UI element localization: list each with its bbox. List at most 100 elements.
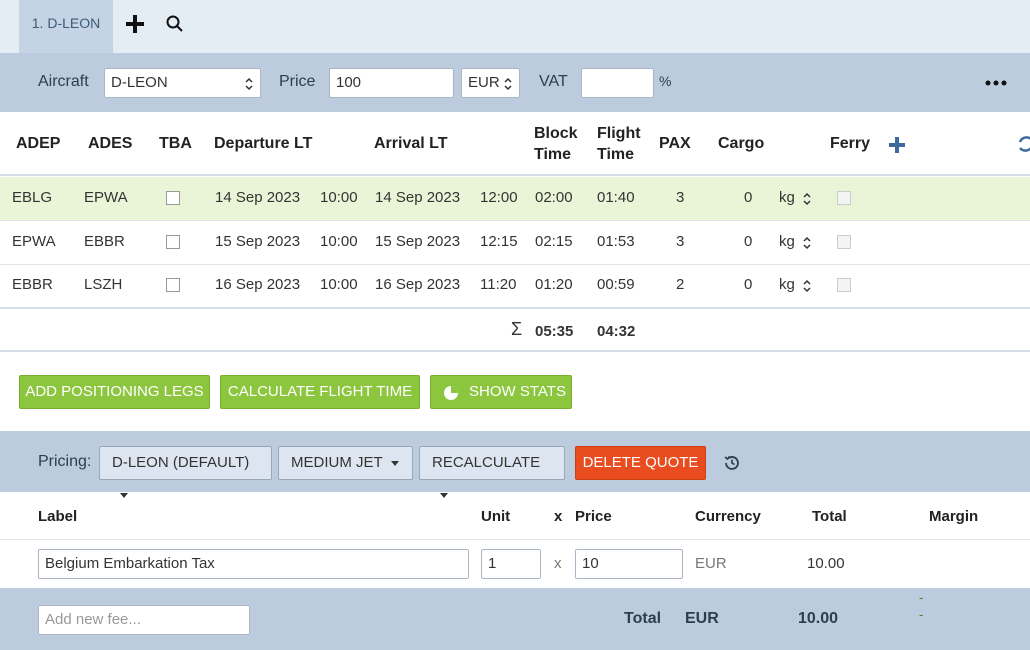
col-fee-x: x bbox=[554, 508, 563, 525]
leg-departure-date[interactable]: 16 Sep 2023 bbox=[215, 264, 300, 306]
leg-departure-date[interactable]: 15 Sep 2023 bbox=[215, 221, 300, 263]
leg-pax[interactable]: 3 bbox=[676, 177, 684, 219]
price-input[interactable]: 100 bbox=[329, 68, 454, 98]
footer-total-label: Total bbox=[624, 610, 662, 627]
leg-arrival-time[interactable]: 12:00 bbox=[480, 177, 518, 219]
col-fee-margin: Margin bbox=[929, 508, 979, 525]
fee-price-input[interactable]: 10 bbox=[575, 549, 683, 579]
col-ades: ADES bbox=[88, 135, 133, 152]
pie-chart-icon bbox=[444, 386, 458, 400]
history-icon[interactable] bbox=[722, 453, 742, 473]
legs-table-header: ADEP ADES TBA Departure LT Arrival LT Bl… bbox=[0, 112, 1030, 176]
leg-cargo[interactable]: 0 bbox=[744, 221, 752, 263]
col-ferry: Ferry bbox=[830, 135, 871, 152]
tab-quote-1[interactable]: 1. D-LEON bbox=[19, 0, 113, 53]
leg-pax[interactable]: 3 bbox=[676, 221, 684, 263]
unit-updown-icon[interactable] bbox=[802, 278, 812, 294]
refresh-icon[interactable] bbox=[1016, 133, 1030, 155]
leg-arrival-date[interactable]: 15 Sep 2023 bbox=[375, 221, 460, 263]
vat-label: VAT bbox=[539, 73, 568, 90]
col-fee-currency: Currency bbox=[695, 508, 761, 525]
leg-arrival-time[interactable]: 11:20 bbox=[480, 264, 516, 306]
leg-cargo-unit[interactable]: kg bbox=[779, 264, 795, 306]
leg-adep: EBLG bbox=[12, 189, 53, 206]
sum-icon: Σ bbox=[511, 319, 523, 339]
currency-select[interactable]: EUR bbox=[461, 68, 520, 98]
fee-unit-input[interactable]: 1 bbox=[481, 549, 541, 579]
more-options-icon[interactable] bbox=[984, 79, 1008, 87]
delete-quote-button[interactable]: DELETE QUOTE bbox=[575, 446, 706, 480]
leg-ades: LSZH bbox=[84, 276, 123, 293]
leg-flight-time: 01:53 bbox=[597, 233, 635, 250]
leg-row[interactable]: EBLG EPWA 14 Sep 2023 10:00 14 Sep 2023 … bbox=[0, 177, 1030, 221]
pricing-profile-value: D-LEON (DEFAULT) bbox=[112, 454, 250, 471]
col-pax: PAX bbox=[659, 135, 691, 152]
show-stats-label: SHOW STATS bbox=[469, 383, 566, 400]
fees-table-header: Label Unit x Price Currency Total Margin bbox=[0, 492, 1030, 540]
price-input-value: 100 bbox=[336, 74, 362, 91]
leg-arrival-date[interactable]: 16 Sep 2023 bbox=[375, 264, 460, 306]
leg-pax[interactable]: 2 bbox=[676, 264, 684, 306]
recalculate-dropdown[interactable]: RECALCULATE bbox=[419, 446, 565, 498]
add-positioning-legs-button[interactable]: ADD POSITIONING LEGS bbox=[19, 375, 210, 409]
aircraft-select[interactable]: D-LEON bbox=[104, 68, 261, 98]
unit-updown-icon[interactable] bbox=[802, 191, 812, 207]
leg-cargo-unit[interactable]: kg bbox=[779, 177, 795, 219]
leg-cargo-unit[interactable]: kg bbox=[779, 221, 795, 263]
leg-ferry-checkbox[interactable] bbox=[837, 235, 851, 249]
add-leg-icon[interactable] bbox=[886, 134, 908, 156]
aircraft-category-value: MEDIUM JET bbox=[291, 454, 383, 471]
leg-departure-time[interactable]: 10:00 bbox=[320, 221, 358, 263]
pricing-profile-dropdown[interactable]: D-LEON (DEFAULT) bbox=[99, 446, 272, 498]
footer-total-value: 10.00 bbox=[798, 610, 839, 627]
leg-adep: EBBR bbox=[12, 276, 53, 293]
pricing-label: Pricing: bbox=[38, 453, 92, 470]
leg-arrival-date[interactable]: 14 Sep 2023 bbox=[375, 177, 460, 219]
aircraft-category-dropdown[interactable]: MEDIUM JET bbox=[278, 446, 413, 480]
col-cargo: Cargo bbox=[718, 135, 765, 152]
leg-cargo[interactable]: 0 bbox=[744, 264, 752, 306]
aircraft-select-value: D-LEON bbox=[111, 74, 168, 91]
add-tab-icon[interactable] bbox=[122, 10, 148, 38]
search-icon[interactable] bbox=[164, 13, 186, 35]
add-new-fee-input[interactable]: Add new fee... bbox=[38, 605, 250, 635]
fee-row: Belgium Embarkation Tax 1 x 10 EUR 10.00 bbox=[0, 540, 1030, 588]
leg-row[interactable]: EPWA EBBR 15 Sep 2023 10:00 15 Sep 2023 … bbox=[0, 221, 1030, 265]
fee-label-input[interactable]: Belgium Embarkation Tax bbox=[38, 549, 469, 579]
leg-ades: EPWA bbox=[84, 189, 128, 206]
leg-block-time: 02:00 bbox=[535, 189, 573, 206]
leg-block-time: 02:15 bbox=[535, 233, 573, 250]
leg-arrival-time[interactable]: 12:15 bbox=[480, 221, 518, 263]
footer-currency: EUR bbox=[685, 610, 719, 627]
fee-multiply-sign: x bbox=[554, 555, 562, 572]
leg-departure-time[interactable]: 10:00 bbox=[320, 264, 358, 306]
leg-tba-checkbox[interactable] bbox=[166, 191, 180, 205]
leg-departure-date[interactable]: 14 Sep 2023 bbox=[215, 177, 300, 219]
leg-ferry-checkbox[interactable] bbox=[837, 278, 851, 292]
col-block-time-line2: Time bbox=[534, 146, 572, 163]
leg-tba-checkbox[interactable] bbox=[166, 278, 180, 292]
col-arrival: Arrival LT bbox=[374, 135, 448, 152]
vat-input[interactable] bbox=[581, 68, 654, 98]
sum-flight-time: 04:32 bbox=[597, 323, 636, 340]
col-tba: TBA bbox=[159, 135, 192, 152]
show-stats-button[interactable]: SHOW STATS bbox=[430, 375, 572, 409]
aircraft-label: Aircraft bbox=[38, 73, 89, 90]
leg-row[interactable]: EBBR LSZH 16 Sep 2023 10:00 16 Sep 2023 … bbox=[0, 264, 1030, 308]
fee-price-value: 10 bbox=[582, 555, 599, 572]
leg-ferry-checkbox[interactable] bbox=[837, 191, 851, 205]
col-fee-total: Total bbox=[812, 508, 847, 525]
unit-updown-icon[interactable] bbox=[802, 235, 812, 251]
vat-percent-suffix: % bbox=[659, 73, 672, 89]
calculate-flight-time-button[interactable]: CALCULATE FLIGHT TIME bbox=[220, 375, 420, 409]
leg-ades: EBBR bbox=[84, 233, 125, 250]
select-updown-icon bbox=[245, 77, 253, 91]
aircraft-bar: Aircraft D-LEON Price 100 EUR VAT % bbox=[0, 53, 1030, 112]
tab-bar: 1. D-LEON bbox=[0, 0, 1030, 53]
price-label: Price bbox=[279, 73, 316, 90]
leg-departure-time[interactable]: 10:00 bbox=[320, 177, 358, 219]
leg-tba-checkbox[interactable] bbox=[166, 235, 180, 249]
fee-currency: EUR bbox=[695, 555, 727, 572]
leg-cargo[interactable]: 0 bbox=[744, 177, 752, 219]
col-adep: ADEP bbox=[16, 135, 61, 152]
